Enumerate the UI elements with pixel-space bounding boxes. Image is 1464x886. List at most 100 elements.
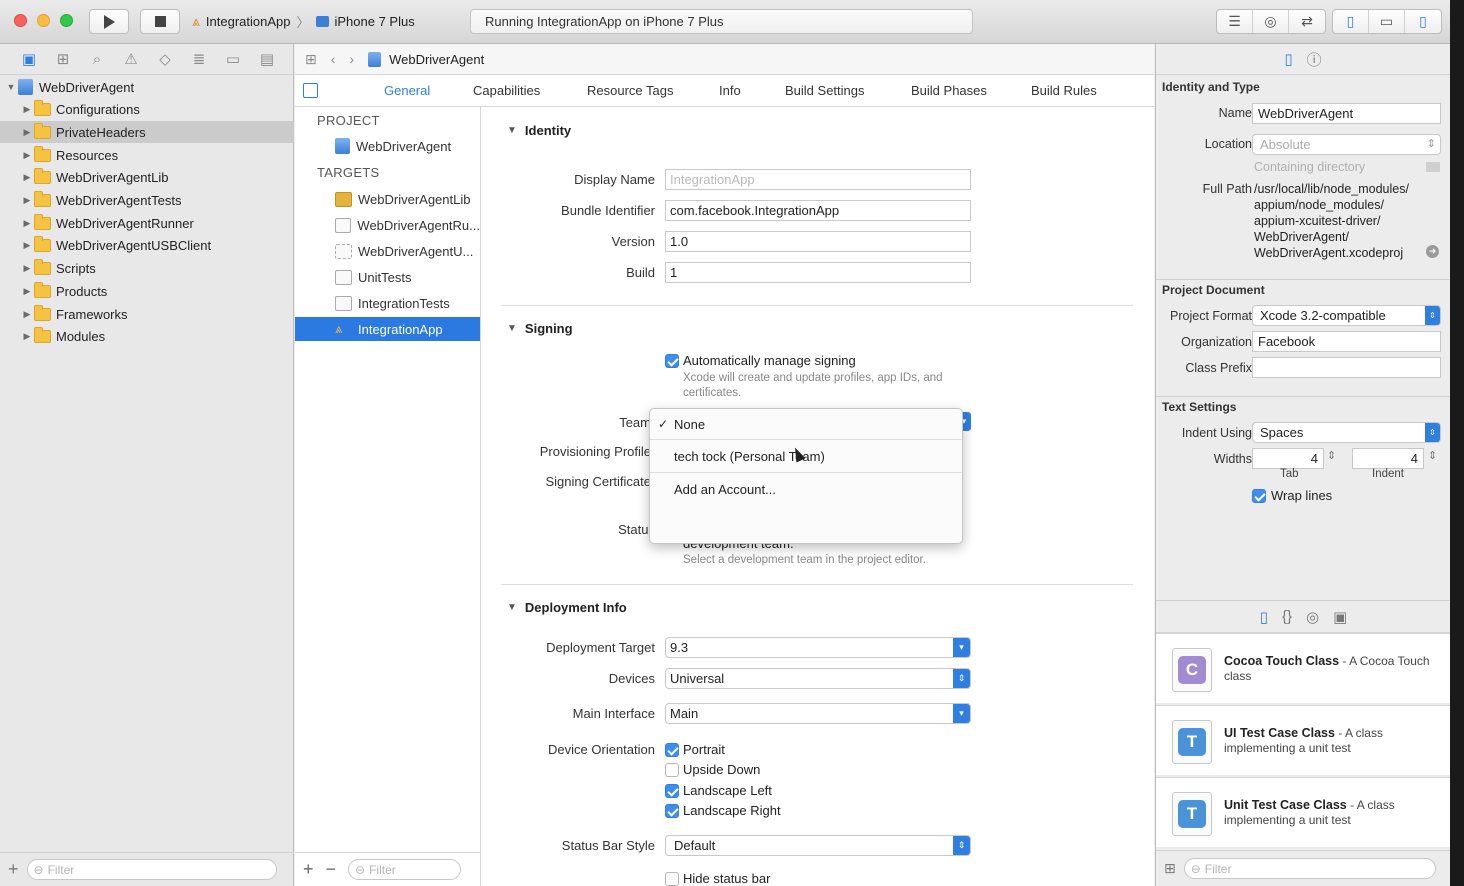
symbol-icon[interactable]: ⊞ (52, 50, 74, 68)
signing-section-header[interactable]: ▼ Signing (507, 321, 573, 336)
navigator-folder-row[interactable]: ▶ WebDriverAgentRunner (0, 212, 294, 234)
landscape-left-checkbox[interactable] (665, 784, 679, 798)
organization-field[interactable]: Facebook (1252, 331, 1441, 352)
team-menu-item-personal[interactable]: tech tock (Personal Team) (650, 441, 962, 471)
minimize-window-button[interactable] (37, 14, 50, 27)
report-icon[interactable]: ▤ (256, 50, 278, 68)
landscape-right-checkbox[interactable] (665, 804, 679, 818)
status-bar-style-popup[interactable]: Default ⇕ (665, 835, 971, 856)
object-library-icon[interactable]: ◎ (1306, 608, 1319, 626)
location-popup[interactable]: Absolute ⇕ (1252, 134, 1441, 155)
navigator-folder-row[interactable]: ▶ Resources (0, 144, 294, 166)
target-item[interactable]: IntegrationTests (295, 291, 480, 315)
indent-width-field[interactable]: 4 (1352, 448, 1424, 469)
display-name-field[interactable]: IntegrationApp (665, 169, 971, 190)
zoom-window-button[interactable] (60, 14, 73, 27)
run-button[interactable] (89, 9, 129, 34)
tab-build-rules[interactable]: Build Rules (1031, 83, 1097, 98)
navigator-folder-row[interactable]: ▶ WebDriverAgentUSBClient (0, 235, 294, 257)
indent-width-stepper[interactable]: ⇕ (1428, 449, 1437, 462)
navigator-project-row[interactable]: ▼ WebDriverAgent (0, 76, 294, 98)
navigator-folder-row[interactable]: ▶ WebDriverAgentLib (0, 167, 294, 189)
indent-using-popup[interactable]: Spaces ⇕ (1252, 422, 1441, 443)
navigator-folder-row[interactable]: ▶ PrivateHeaders (0, 121, 294, 144)
target-item[interactable]: WebDriverAgentLib (295, 187, 480, 211)
team-menu-item-add-account[interactable]: Add an Account... (650, 474, 962, 504)
tab-general[interactable]: General (384, 83, 430, 98)
add-icon[interactable]: + (8, 859, 19, 880)
team-menu-item-none[interactable]: ✓ None (650, 409, 962, 439)
tab-resource-tags[interactable]: Resource Tags (587, 83, 673, 98)
disclosure-collapsed-icon[interactable]: ▶ (20, 218, 34, 229)
breakpoint-icon[interactable]: ▭ (222, 50, 244, 68)
navigator-filter[interactable]: ⊖ Filter (26, 859, 277, 880)
search-icon[interactable]: ⌕ (86, 51, 108, 68)
deployment-section-header[interactable]: ▼ Deployment Info (507, 600, 627, 615)
code-snippet-icon[interactable]: {} (1282, 608, 1292, 625)
class-prefix-field[interactable] (1252, 357, 1441, 378)
library-item[interactable]: T Unit Test Case Class - A class implemen… (1156, 777, 1450, 847)
tab-build-settings[interactable]: Build Settings (785, 83, 865, 98)
library-item[interactable]: T UI Test Case Class - A class implementi… (1156, 705, 1450, 775)
build-field[interactable]: 1 (665, 262, 971, 283)
disclosure-collapsed-icon[interactable]: ▶ (20, 127, 34, 138)
tab-capabilities[interactable]: Capabilities (473, 83, 540, 98)
tab-build-phases[interactable]: Build Phases (911, 83, 987, 98)
navigator-folder-row[interactable]: ▶ Scripts (0, 258, 294, 280)
disclosure-collapsed-icon[interactable]: ▶ (20, 240, 34, 251)
disclosure-collapsed-icon[interactable]: ▶ (20, 263, 34, 274)
file-template-icon[interactable]: ▯ (1260, 608, 1268, 626)
target-item[interactable]: UnitTests (295, 265, 480, 289)
add-target-icon[interactable]: + (303, 859, 314, 880)
targets-toggle-icon[interactable] (303, 83, 318, 98)
main-interface-combo[interactable]: Main ▾ (665, 703, 971, 724)
deployment-target-combo[interactable]: 9.3 ▾ (665, 637, 971, 658)
target-item[interactable]: WebDriverAgentRu... (295, 213, 480, 237)
upside-down-checkbox[interactable] (665, 763, 679, 777)
devices-popup[interactable]: Universal ⇕ (665, 668, 971, 689)
close-window-button[interactable] (14, 14, 27, 27)
editor-standard-icon[interactable]: ☰ (1217, 10, 1253, 33)
debug-icon[interactable]: ≣ (188, 50, 210, 68)
stop-button[interactable] (140, 9, 180, 34)
auto-signing-checkbox[interactable] (665, 354, 679, 368)
bundle-id-field[interactable]: com.facebook.IntegrationApp (665, 200, 971, 221)
utilities-toggle-icon[interactable]: ▯ (1405, 10, 1441, 33)
project-item[interactable]: WebDriverAgent (295, 134, 480, 158)
targets-filter[interactable]: ⊖ Filter (348, 859, 462, 880)
library-filter[interactable]: ⊖ Filter (1183, 858, 1436, 879)
navigator-folder-row[interactable]: ▶ Modules (0, 326, 294, 348)
target-item-selected[interactable]: ⩓ IntegrationApp (295, 317, 480, 341)
portrait-checkbox[interactable] (665, 743, 679, 757)
back-icon[interactable]: ‹ (331, 51, 336, 67)
disclosure-collapsed-icon[interactable]: ▶ (20, 104, 34, 115)
navigator-toggle-icon[interactable]: ▯ (1333, 10, 1369, 33)
name-field[interactable]: WebDriverAgent (1252, 103, 1441, 124)
wrap-lines-checkbox[interactable] (1252, 489, 1266, 503)
warning-icon[interactable]: ⚠ (120, 50, 142, 68)
forward-icon[interactable]: › (349, 51, 354, 67)
media-library-icon[interactable]: ▣ (1333, 608, 1347, 626)
grid-view-icon[interactable]: ⊞ (1164, 860, 1176, 877)
library-item[interactable]: C Cocoa Touch Class - A Cocoa Touch class (1156, 633, 1450, 703)
disclosure-collapsed-icon[interactable]: ▶ (20, 150, 34, 161)
tab-width-stepper[interactable]: ⇕ (1327, 449, 1336, 462)
quick-help-icon[interactable]: ⓘ (1307, 49, 1322, 70)
navigator-folder-row[interactable]: ▶ Frameworks (0, 303, 294, 325)
disclosure-collapsed-icon[interactable]: ▶ (20, 195, 34, 206)
reveal-in-finder-icon[interactable]: ➜ (1426, 245, 1439, 258)
navigator-folder-row[interactable]: ▶ Products (0, 280, 294, 302)
disclosure-collapsed-icon[interactable]: ▶ (20, 172, 34, 183)
remove-target-icon[interactable]: − (326, 859, 337, 880)
disclosure-collapsed-icon[interactable]: ▶ (20, 286, 34, 297)
tab-info[interactable]: Info (719, 83, 741, 98)
debug-toggle-icon[interactable]: ▭ (1369, 10, 1405, 33)
editor-assistant-icon[interactable]: ◎ (1253, 10, 1289, 33)
related-items-icon[interactable]: ⊞ (305, 51, 317, 68)
version-field[interactable]: 1.0 (665, 231, 971, 252)
scheme-selector[interactable]: ⩓ IntegrationApp 〉 iPhone 7 Plus (192, 9, 438, 34)
editor-version-icon[interactable]: ⇄ (1289, 10, 1325, 33)
disclosure-collapsed-icon[interactable]: ▶ (20, 309, 34, 320)
disclosure-expanded-icon[interactable]: ▼ (4, 82, 18, 92)
disclosure-collapsed-icon[interactable]: ▶ (20, 331, 34, 342)
